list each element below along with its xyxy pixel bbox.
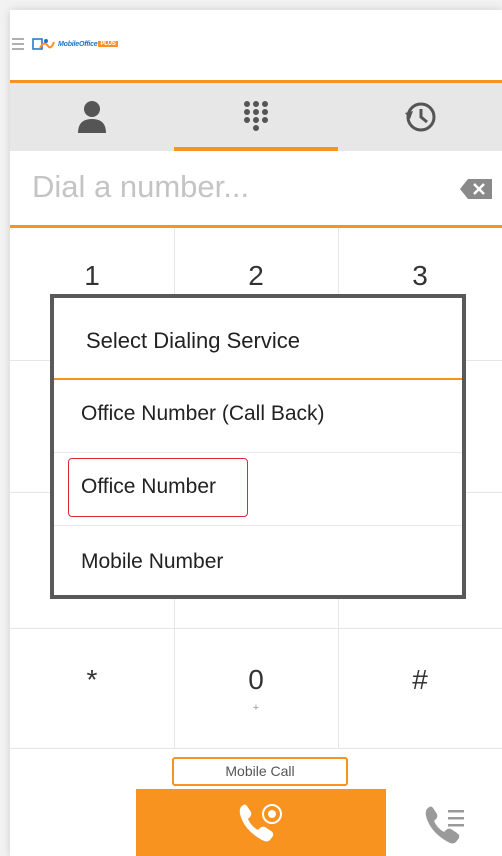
top-bar: MobileOffice PLUS [10,10,502,83]
key-star[interactable]: * [10,664,174,796]
clock-history-icon [405,102,436,132]
option-mobile-number[interactable]: Mobile Number [54,526,462,598]
highlight-box [68,458,248,517]
key-digit: 3 [412,260,428,291]
tab-contacts[interactable] [10,83,174,151]
dialer-app: MobileOffice PLUS Dial a number... 1 2 3… [10,10,502,856]
logo-text: MobileOffice [58,40,98,48]
call-list-button[interactable] [420,800,470,850]
grid-line [10,628,502,629]
dialpad-icon [244,101,268,131]
backspace-icon[interactable] [460,179,492,199]
phone-call-icon [239,803,282,841]
call-button[interactable] [136,789,386,856]
mobile-call-label: Mobile Call [172,757,348,786]
phone-list-icon [425,806,464,844]
dial-box [10,151,502,228]
option-label: Mobile Number [81,550,224,573]
dial-number-input[interactable] [32,167,432,207]
key-digit: 1 [84,260,100,291]
key-digit: # [412,664,428,695]
key-hash[interactable]: # [338,664,502,796]
key-digit: * [86,664,98,695]
logo-mark-icon [32,38,55,50]
key-digit: 2 [248,260,264,291]
tab-dialpad[interactable] [174,83,338,151]
logo-plus: PLUS [98,41,118,47]
tab-bar [10,83,502,151]
menu-icon[interactable] [12,38,24,50]
key-sub-label: + [252,702,260,714]
select-dialing-service-dialog: Select Dialing Service Office Number (Ca… [50,294,466,599]
dialog-title: Select Dialing Service [86,328,300,353]
option-label: Office Number (Call Back) [81,402,325,425]
person-icon [78,101,106,133]
key-digit: 0 [248,664,264,695]
option-office-number-callback[interactable]: Office Number (Call Back) [54,380,462,452]
tab-history[interactable] [338,83,502,151]
app-logo: MobileOffice PLUS [32,34,118,54]
